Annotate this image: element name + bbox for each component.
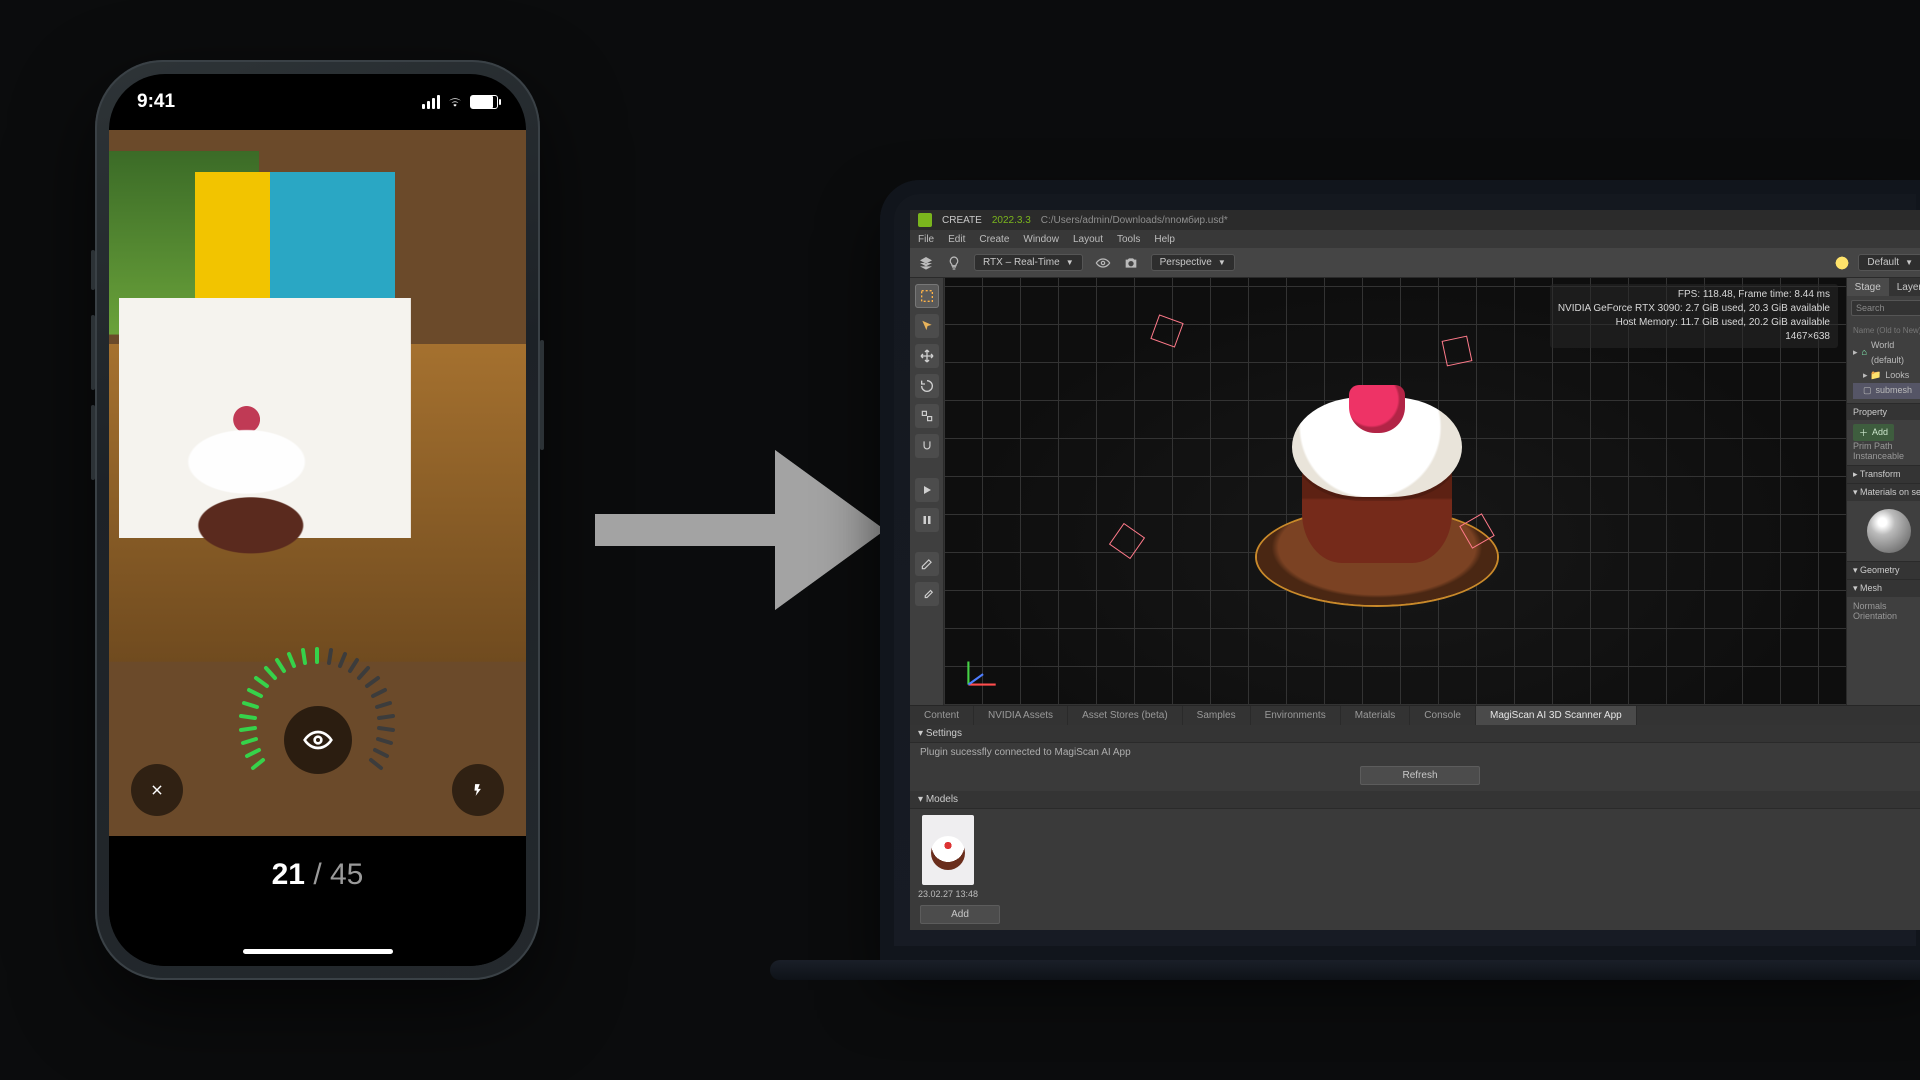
app-titlebar: CREATE 2022.3.3 C:/Users/admin/Downloads… xyxy=(910,210,1920,230)
open-file-path: C:/Users/admin/Downloads/nnoмбиp.usd* xyxy=(1041,215,1228,226)
pause-tool[interactable] xyxy=(915,508,939,532)
bottom-panel: Content NVIDIA Assets Asset Stores (beta… xyxy=(910,705,1920,930)
plugin-add-button[interactable]: Add xyxy=(920,905,1000,924)
plugin-settings-header[interactable]: ▾ Settings xyxy=(910,725,1920,743)
menu-file[interactable]: File xyxy=(918,234,934,245)
tab-asset-stores[interactable]: Asset Stores (beta) xyxy=(1068,706,1183,725)
scale-tool[interactable] xyxy=(915,404,939,428)
axis-gizmo-icon xyxy=(960,651,1002,693)
tab-console[interactable]: Console xyxy=(1410,706,1476,725)
prop-prim-path: Prim Path xyxy=(1853,441,1920,451)
selection-bounds-corner xyxy=(1442,336,1473,367)
right-dock: Stage Layer Search Name (Old to New) ▸ ⌂… xyxy=(1846,278,1920,705)
viewport-tool-rail xyxy=(910,278,944,705)
tab-samples[interactable]: Samples xyxy=(1183,706,1251,725)
tree-submesh[interactable]: ▢ submesh xyxy=(1853,383,1920,398)
flash-icon xyxy=(471,783,485,797)
tree-world[interactable]: ▸ ⌂ World (default) xyxy=(1853,338,1920,369)
home-indicator xyxy=(243,949,393,954)
eye-toolbar-icon[interactable] xyxy=(1095,255,1111,271)
bottom-tabs: Content NVIDIA Assets Asset Stores (beta… xyxy=(910,706,1920,725)
stage-search-input[interactable]: Search xyxy=(1851,300,1920,316)
property-add-button[interactable]: ＋ Add xyxy=(1853,424,1894,441)
phone-mockup: 9:41 xyxy=(95,60,540,980)
panel-property-header: Property xyxy=(1847,403,1920,420)
plugin-models-header[interactable]: ▾ Models xyxy=(910,791,1920,809)
tab-layer[interactable]: Layer xyxy=(1889,278,1920,296)
move-tool[interactable] xyxy=(915,344,939,368)
menu-tools[interactable]: Tools xyxy=(1117,234,1140,245)
camera-dropdown[interactable]: Perspective ▼ xyxy=(1151,254,1235,271)
panel-mesh-header[interactable]: ▾ Mesh xyxy=(1847,579,1920,597)
prop-instanceable: Instanceable xyxy=(1853,451,1920,461)
eyedropper-tool[interactable] xyxy=(915,582,939,606)
tab-materials[interactable]: Materials xyxy=(1341,706,1411,725)
select-frame-tool[interactable] xyxy=(915,284,939,308)
panel-transform-header[interactable]: ▸ Transform xyxy=(1847,465,1920,483)
capture-counter: 21 / 45 xyxy=(272,858,364,892)
lightbulb-icon[interactable] xyxy=(946,255,962,271)
wifi-icon xyxy=(446,95,464,109)
panel-materials-header[interactable]: ▾ Materials on sel xyxy=(1847,483,1920,501)
plugin-refresh-button[interactable]: Refresh xyxy=(1360,766,1480,785)
chevron-down-icon: ▼ xyxy=(1066,258,1074,267)
capture-progress-dial xyxy=(223,628,413,818)
app-title: CREATE xyxy=(942,215,982,226)
app-menubar: File Edit Create Window Layout Tools Hel… xyxy=(910,230,1920,248)
stage-tree[interactable]: Name (Old to New) ▸ ⌂ World (default) ▸ … xyxy=(1847,320,1920,403)
battery-icon xyxy=(470,95,498,109)
shading-dropdown[interactable]: Default ▼ xyxy=(1858,254,1920,271)
renderer-dropdown[interactable]: RTX – Real-Time ▼ xyxy=(974,254,1083,271)
app-logo-icon xyxy=(918,213,932,227)
lighting-icon[interactable] xyxy=(1834,255,1850,271)
tab-environments[interactable]: Environments xyxy=(1251,706,1341,725)
prop-normals: Normals xyxy=(1853,601,1920,611)
play-tool[interactable] xyxy=(915,478,939,502)
menu-edit[interactable]: Edit xyxy=(948,234,965,245)
close-icon xyxy=(150,783,164,797)
tree-looks[interactable]: ▸ 📁 Looks xyxy=(1853,368,1920,383)
chevron-down-icon: ▼ xyxy=(1218,258,1226,267)
3d-viewport[interactable]: FPS: 118.48, Frame time: 8.44 ms NVIDIA … xyxy=(944,278,1846,705)
selection-bounds-corner xyxy=(1150,314,1183,347)
cupcake-model xyxy=(1247,385,1507,615)
rotate-tool[interactable] xyxy=(915,374,939,398)
app-version: 2022.3.3 xyxy=(992,215,1031,226)
pointer-tool[interactable] xyxy=(915,314,939,338)
close-capture-button[interactable] xyxy=(131,764,183,816)
cell-signal-icon xyxy=(422,95,440,109)
scan-thumbnail-image xyxy=(922,815,974,885)
phone-bottom-bar: 21 / 45 xyxy=(109,836,526,966)
menu-create[interactable]: Create xyxy=(979,234,1009,245)
prop-orientation: Orientation xyxy=(1853,611,1920,621)
status-time: 9:41 xyxy=(137,91,175,113)
tab-nvidia-assets[interactable]: NVIDIA Assets xyxy=(974,706,1068,725)
camera-icon[interactable] xyxy=(1123,255,1139,271)
snap-tool[interactable] xyxy=(915,434,939,458)
tab-stage[interactable]: Stage xyxy=(1847,278,1889,296)
omniverse-app-window: CREATE 2022.3.3 C:/Users/admin/Downloads… xyxy=(910,210,1920,930)
viewport-stats-overlay: FPS: 118.48, Frame time: 8.44 ms NVIDIA … xyxy=(1550,284,1838,348)
layers-icon[interactable] xyxy=(918,255,934,271)
phone-camera-viewport xyxy=(109,130,526,836)
model-thumbnail[interactable]: 23.02.27 13:48 xyxy=(920,815,976,899)
tab-magiscan[interactable]: MagiScan AI 3D Scanner App xyxy=(1476,706,1637,725)
chevron-down-icon: ▼ xyxy=(1905,258,1913,267)
plugin-status-text: Plugin sucessfly connected to MagiScan A… xyxy=(910,743,1920,762)
flash-button[interactable] xyxy=(452,764,504,816)
material-preview-sphere xyxy=(1867,509,1911,553)
menu-window[interactable]: Window xyxy=(1023,234,1059,245)
tab-content[interactable]: Content xyxy=(910,706,974,725)
scan-thumbnail-caption: 23.02.27 13:48 xyxy=(918,889,978,899)
laptop-mockup: CREATE 2022.3.3 C:/Users/admin/Downloads… xyxy=(770,180,1920,1020)
phone-notch xyxy=(233,74,403,108)
menu-help[interactable]: Help xyxy=(1154,234,1175,245)
panel-geometry-header[interactable]: ▾ Geometry xyxy=(1847,561,1920,579)
viewport-toolbar: RTX – Real-Time ▼ Perspective ▼ xyxy=(910,248,1920,278)
brush-tool[interactable] xyxy=(915,552,939,576)
selection-bounds-corner xyxy=(1109,523,1145,559)
menu-layout[interactable]: Layout xyxy=(1073,234,1103,245)
